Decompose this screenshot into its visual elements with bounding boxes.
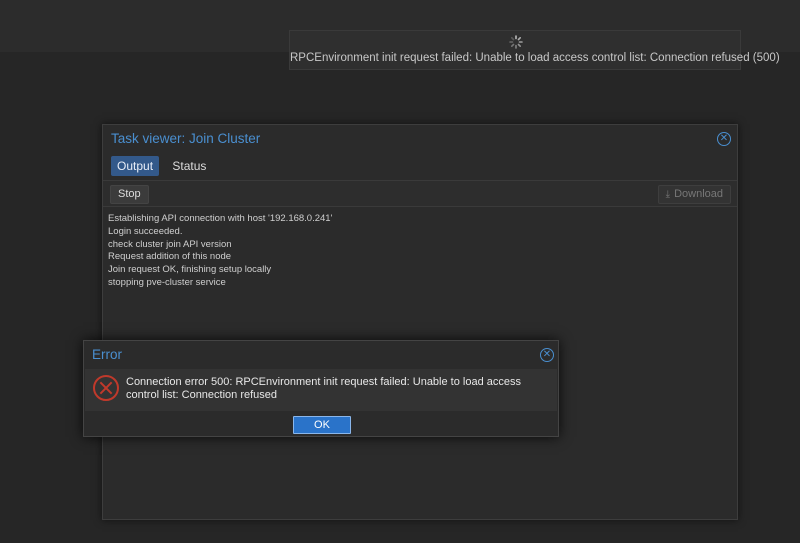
close-icon[interactable]: ✕ bbox=[717, 132, 731, 146]
task-viewer-toolbar: Stop ⤓ Download bbox=[103, 180, 737, 207]
log-line: stopping pve-cluster service bbox=[108, 276, 226, 288]
spinner-icon bbox=[509, 35, 523, 49]
download-icon: ⤓ bbox=[665, 189, 671, 200]
task-viewer-window: Task viewer: Join Cluster ✕ Output Statu… bbox=[102, 124, 738, 520]
log-line: check cluster join API version bbox=[108, 238, 232, 250]
loading-message: RPCEnvironment init request failed: Unab… bbox=[290, 52, 780, 64]
download-label: Download bbox=[674, 188, 723, 200]
close-icon[interactable]: ✕ bbox=[540, 348, 554, 362]
log-line: Request addition of this node bbox=[108, 251, 232, 263]
error-icon bbox=[93, 375, 119, 401]
ok-button[interactable]: OK bbox=[293, 416, 351, 434]
log-line: Login succeeded. bbox=[108, 225, 183, 237]
error-body: Connection error 500: RPCEnvironment ini… bbox=[85, 369, 557, 411]
stop-button[interactable]: Stop bbox=[110, 185, 149, 204]
task-log-output: Establishing API connection with host '1… bbox=[108, 213, 732, 290]
error-dialog-title: Error bbox=[92, 347, 122, 362]
loading-mask: RPCEnvironment init request failed: Unab… bbox=[289, 30, 780, 70]
tab-status[interactable]: Status bbox=[166, 156, 212, 176]
task-viewer-tabs: Output Status bbox=[111, 156, 216, 176]
error-message: Connection error 500: RPCEnvironment ini… bbox=[126, 376, 521, 401]
tab-output[interactable]: Output bbox=[111, 156, 160, 176]
download-button[interactable]: ⤓ Download bbox=[657, 185, 731, 204]
task-viewer-title: Task viewer: Join Cluster bbox=[111, 131, 261, 146]
log-line: Establishing API connection with host '1… bbox=[108, 213, 333, 224]
log-line: Join request OK, finishing setup locally bbox=[108, 264, 272, 276]
error-dialog: Error ✕ Connection error 500: RPCEnviron… bbox=[83, 340, 559, 437]
